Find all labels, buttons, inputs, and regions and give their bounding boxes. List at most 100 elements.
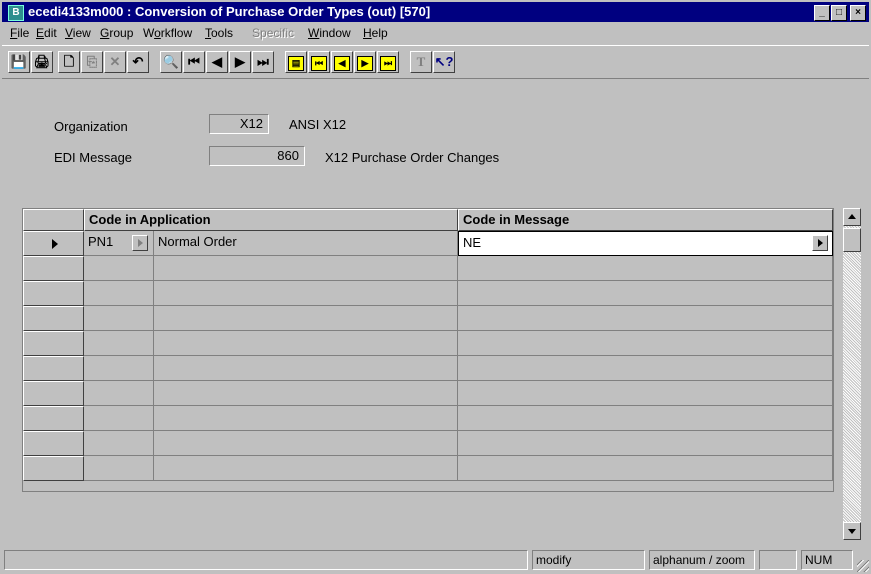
group-next-icon[interactable]: ▶ (354, 51, 376, 73)
zoom-arrow-icon (818, 239, 823, 247)
first-record-icon[interactable]: ⏮ (183, 51, 205, 73)
group-last-icon[interactable]: ⏭ (377, 51, 399, 73)
undo-icon[interactable]: ↶ (127, 51, 149, 73)
table-cell[interactable] (154, 256, 458, 281)
menu-file[interactable]: File (10, 26, 29, 40)
minimize-button[interactable]: _ (814, 5, 830, 21)
save-icon[interactable]: 💾 (8, 51, 30, 73)
row-selector-header (23, 209, 84, 231)
zoom-arrow-icon (138, 239, 143, 247)
menu-group[interactable]: Group (100, 26, 133, 40)
new-icon[interactable]: 🗋 (58, 51, 80, 73)
table-cell[interactable] (84, 356, 154, 381)
window-title: ecedi4133m000 : Conversion of Purchase O… (28, 4, 431, 19)
row-selector[interactable] (23, 331, 84, 356)
row-selector[interactable] (23, 356, 84, 381)
toolbar: 💾 🖨 🗋 ⎘ ✕ ↶ 🔍 ⏮ ◀ ▶ ⏭ ▤ ⏮ ◀ ▶ ⏭ T ↖? (2, 45, 869, 79)
menu-specific: Specific (252, 26, 295, 40)
message-code-input[interactable]: NE (458, 231, 833, 256)
conversion-table: Code in Application Code in Message PN1 … (22, 208, 834, 492)
menu-help[interactable]: Help (363, 26, 388, 40)
print-icon[interactable]: 🖨 (31, 51, 53, 73)
column-header-code-in-application[interactable]: Code in Application (84, 209, 458, 231)
status-blank (759, 550, 797, 570)
edi-message-label: EDI Message (54, 150, 133, 165)
table-cell[interactable] (458, 281, 833, 306)
table-cell[interactable] (154, 456, 458, 481)
table-cell[interactable] (154, 281, 458, 306)
scroll-thumb[interactable] (843, 228, 861, 252)
current-row-arrow-icon (52, 239, 58, 249)
organization-description: ANSI X12 (289, 117, 347, 132)
table-cell[interactable] (154, 406, 458, 431)
row-selector-active[interactable] (23, 231, 84, 256)
table-cell[interactable] (458, 356, 833, 381)
context-help-icon[interactable]: ↖? (433, 51, 455, 73)
row-selector[interactable] (23, 306, 84, 331)
table-cell[interactable] (84, 306, 154, 331)
edi-message-field[interactable]: 860 (209, 146, 305, 166)
scroll-up-button[interactable] (843, 208, 861, 226)
menu-workflow[interactable]: Workflow (143, 26, 192, 40)
delete-icon[interactable]: ✕ (104, 51, 126, 73)
status-message (4, 550, 528, 570)
organization-field[interactable]: X12 (209, 114, 269, 134)
group-first-icon[interactable]: ⏮ (308, 51, 330, 73)
table-cell[interactable] (458, 256, 833, 281)
table-cell[interactable] (458, 381, 833, 406)
row-selector[interactable] (23, 431, 84, 456)
table-cell[interactable] (84, 381, 154, 406)
row-selector[interactable] (23, 406, 84, 431)
application-window: B ecedi4133m000 : Conversion of Purchase… (0, 0, 871, 574)
status-num-lock: NUM (801, 550, 853, 570)
next-record-icon[interactable]: ▶ (229, 51, 251, 73)
code-zoom-button[interactable] (132, 235, 148, 251)
table-cell[interactable] (458, 306, 833, 331)
last-record-icon[interactable]: ⏭ (252, 51, 274, 73)
row-selector[interactable] (23, 256, 84, 281)
arrow-up-icon (848, 214, 856, 219)
row-selector[interactable] (23, 456, 84, 481)
menu-view[interactable]: View (65, 26, 91, 40)
status-bar: modify alphanum / zoom NUM (0, 546, 871, 574)
text-icon[interactable]: T (410, 51, 432, 73)
status-input-mode: alphanum / zoom (649, 550, 755, 570)
table-cell[interactable] (458, 431, 833, 456)
table-cell[interactable] (84, 331, 154, 356)
table-cell[interactable] (84, 406, 154, 431)
table-cell[interactable] (154, 306, 458, 331)
status-mode: modify (532, 550, 645, 570)
group-select-icon[interactable]: ▤ (285, 51, 307, 73)
table-cell[interactable] (458, 456, 833, 481)
table-cell[interactable] (84, 456, 154, 481)
table-cell[interactable] (154, 356, 458, 381)
previous-record-icon[interactable]: ◀ (206, 51, 228, 73)
scroll-down-button[interactable] (843, 522, 861, 540)
arrow-down-icon (848, 529, 856, 534)
table-cell[interactable] (84, 256, 154, 281)
copy-icon[interactable]: ⎘ (81, 51, 103, 73)
resize-grip-icon[interactable] (857, 560, 869, 572)
row-selector[interactable] (23, 281, 84, 306)
menu-tools[interactable]: Tools (205, 26, 233, 40)
message-code-zoom-button[interactable] (812, 235, 828, 251)
menu-window[interactable]: Window (308, 26, 351, 40)
row-selector[interactable] (23, 381, 84, 406)
title-bar[interactable]: B ecedi4133m000 : Conversion of Purchase… (2, 2, 869, 22)
close-button[interactable]: × (850, 5, 866, 21)
find-icon[interactable]: 🔍 (160, 51, 182, 73)
table-cell[interactable] (154, 431, 458, 456)
table-cell[interactable] (84, 281, 154, 306)
table-cell[interactable] (154, 331, 458, 356)
group-previous-icon[interactable]: ◀ (331, 51, 353, 73)
menu-bar: File Edit View Group Workflow Tools Spec… (2, 23, 869, 43)
vertical-scrollbar[interactable] (843, 208, 861, 540)
app-icon[interactable]: B (8, 5, 24, 21)
column-header-code-in-message[interactable]: Code in Message (458, 209, 833, 231)
table-cell[interactable] (458, 331, 833, 356)
menu-edit[interactable]: Edit (36, 26, 57, 40)
table-cell[interactable] (84, 431, 154, 456)
table-cell[interactable] (154, 381, 458, 406)
table-cell[interactable] (458, 406, 833, 431)
maximize-button[interactable]: □ (831, 5, 847, 21)
